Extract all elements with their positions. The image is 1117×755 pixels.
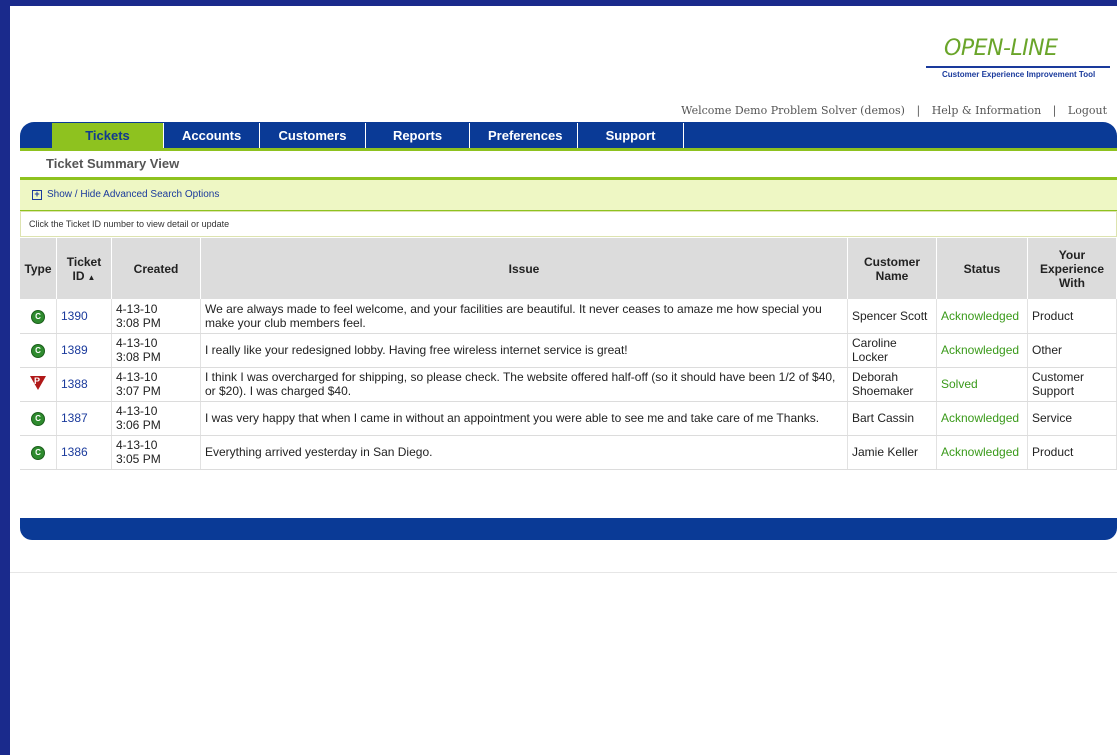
experience-cell: Customer Support bbox=[1027, 367, 1117, 402]
app-frame: OPEN-LINE Customer Experience Improvemen… bbox=[10, 6, 1117, 755]
customer-cell: Deborah Shoemaker bbox=[847, 367, 937, 402]
tickets-table: Type Ticket ID ▲ Created Issue Customer N… bbox=[20, 238, 1117, 470]
status-cell: Acknowledged bbox=[936, 333, 1028, 368]
table-row: P 1388 4-13-10 3:07 PM I think I was over… bbox=[20, 367, 1117, 402]
status-cell: Acknowledged bbox=[936, 299, 1028, 334]
compliment-icon: C bbox=[31, 344, 45, 358]
type-cell: C bbox=[20, 435, 57, 470]
type-cell: C bbox=[20, 299, 57, 334]
created-date: 4-13-10 bbox=[116, 336, 158, 350]
type-cell: P bbox=[20, 367, 57, 402]
ticket-id-cell: 1390 bbox=[56, 299, 112, 334]
column-header-status[interactable]: Status bbox=[936, 238, 1028, 299]
customer-cell: Jamie Keller bbox=[847, 435, 937, 470]
ticket-id-link[interactable]: 1386 bbox=[61, 445, 88, 459]
compliment-icon: C bbox=[31, 309, 45, 324]
compliment-icon: C bbox=[31, 446, 45, 460]
customer-cell: Bart Cassin bbox=[847, 401, 937, 436]
separator: | bbox=[1052, 104, 1057, 117]
ticket-id-link[interactable]: 1390 bbox=[61, 309, 88, 323]
page-title: Ticket Summary View bbox=[46, 156, 180, 171]
experience-cell: Product bbox=[1027, 299, 1117, 334]
issue-cell: Everything arrived yesterday in San Dieg… bbox=[200, 435, 848, 470]
created-date: 4-13-10 bbox=[116, 301, 158, 316]
ticket-id-link[interactable]: 1387 bbox=[61, 411, 88, 425]
issue-cell: I think I was overcharged for shipping, … bbox=[200, 367, 848, 402]
created-cell: 4-13-10 3:05 PM bbox=[111, 435, 201, 470]
table-row: C 1389 4-13-10 3:08 PM I really like your… bbox=[20, 333, 1117, 368]
type-cell: C bbox=[20, 401, 57, 436]
status-cell: Acknowledged bbox=[936, 401, 1028, 436]
ticket-id-cell: 1387 bbox=[56, 401, 112, 436]
tab-tickets[interactable]: Tickets bbox=[52, 123, 164, 148]
table-header-row: Type Ticket ID ▲ Created Issue Customer N… bbox=[20, 238, 1117, 299]
issue-cell: I really like your redesigned lobby. Hav… bbox=[200, 333, 848, 368]
tab-reports[interactable]: Reports bbox=[366, 123, 470, 148]
main-tabs: Tickets Accounts Customers Reports Prefe… bbox=[52, 123, 684, 149]
created-date: 4-13-10 bbox=[116, 404, 158, 418]
tab-customers[interactable]: Customers bbox=[260, 123, 366, 148]
created-time: 3:08 PM bbox=[116, 315, 161, 330]
status-cell: Solved bbox=[936, 367, 1028, 402]
experience-cell: Service bbox=[1027, 401, 1117, 436]
logo-tagline: Customer Experience Improvement Tool bbox=[942, 70, 1096, 79]
ticket-id-link[interactable]: 1388 bbox=[61, 377, 88, 391]
separator: | bbox=[916, 104, 921, 117]
ticket-id-cell: 1386 bbox=[56, 435, 112, 470]
created-cell: 4-13-10 3:06 PM bbox=[111, 401, 201, 436]
problem-icon: P bbox=[30, 375, 46, 390]
ticket-id-link[interactable]: 1389 bbox=[61, 343, 88, 357]
advanced-search-bar: + Show / Hide Advanced Search Options bbox=[20, 180, 1117, 211]
tab-support[interactable]: Support bbox=[578, 123, 684, 148]
issue-cell: I was very happy that when I came in wit… bbox=[200, 401, 848, 436]
ticket-id-cell: 1389 bbox=[56, 333, 112, 368]
table-row: C 1390 4-13-10 3:08 PM We are always made… bbox=[20, 299, 1117, 334]
created-time: 3:08 PM bbox=[116, 350, 161, 364]
created-date: 4-13-10 bbox=[116, 370, 158, 384]
created-time: 3:07 PM bbox=[116, 384, 161, 398]
tab-accounts[interactable]: Accounts bbox=[164, 123, 260, 148]
created-cell: 4-13-10 3:08 PM bbox=[111, 333, 201, 368]
logout-link[interactable]: Logout bbox=[1068, 104, 1107, 117]
problem-icon-letter: P bbox=[34, 375, 41, 386]
created-time: 3:05 PM bbox=[116, 452, 161, 466]
logo-text: OPEN-LINE bbox=[944, 36, 1058, 61]
advanced-search-label: Show / Hide Advanced Search Options bbox=[47, 189, 220, 200]
table-row: C 1387 4-13-10 3:06 PM I was very happy t… bbox=[20, 401, 1117, 436]
column-header-experience[interactable]: Your Experience With bbox=[1027, 238, 1117, 299]
experience-cell: Other bbox=[1027, 333, 1117, 368]
ticket-id-cell: 1388 bbox=[56, 367, 112, 402]
column-header-type: Type bbox=[20, 238, 57, 299]
logo-underline bbox=[926, 66, 1110, 68]
open-line-logo: OPEN-LINE Customer Experience Improvemen… bbox=[922, 36, 1112, 94]
created-date: 4-13-10 bbox=[116, 438, 158, 452]
table-row: C 1386 4-13-10 3:05 PM Everything arrived… bbox=[20, 435, 1117, 470]
experience-cell: Product bbox=[1027, 435, 1117, 470]
type-cell: C bbox=[20, 333, 57, 368]
welcome-text: Welcome Demo Problem Solver (demos) bbox=[681, 104, 905, 117]
created-cell: 4-13-10 3:07 PM bbox=[111, 367, 201, 402]
column-header-customer-name[interactable]: Customer Name bbox=[847, 238, 937, 299]
top-navigation: Welcome Demo Problem Solver (demos) | He… bbox=[681, 104, 1107, 117]
help-link[interactable]: Help & Information bbox=[932, 104, 1041, 117]
created-cell: 4-13-10 3:08 PM bbox=[111, 299, 201, 334]
customer-cell: Caroline Locker bbox=[847, 333, 937, 368]
instruction-hint: Click the Ticket ID number to view detai… bbox=[20, 211, 1117, 237]
advanced-search-toggle[interactable]: + Show / Hide Advanced Search Options bbox=[32, 189, 219, 200]
customer-cell: Spencer Scott bbox=[847, 299, 937, 334]
created-time: 3:06 PM bbox=[116, 418, 161, 432]
tab-preferences[interactable]: Preferences bbox=[470, 123, 578, 148]
column-header-ticket-id[interactable]: Ticket ID ▲ bbox=[56, 238, 112, 299]
footer-divider bbox=[10, 572, 1117, 573]
expand-plus-icon: + bbox=[32, 189, 42, 200]
compliment-icon: C bbox=[31, 412, 45, 426]
column-header-created[interactable]: Created bbox=[111, 238, 201, 299]
sort-ascending-icon: ▲ bbox=[87, 272, 96, 282]
footer-bar bbox=[20, 518, 1117, 540]
ticket-id-header-label: Ticket ID bbox=[66, 254, 102, 283]
status-cell: Acknowledged bbox=[936, 435, 1028, 470]
issue-cell: We are always made to feel welcome, and … bbox=[200, 299, 848, 334]
column-header-issue[interactable]: Issue bbox=[200, 238, 848, 299]
tab-underline bbox=[20, 148, 1117, 151]
